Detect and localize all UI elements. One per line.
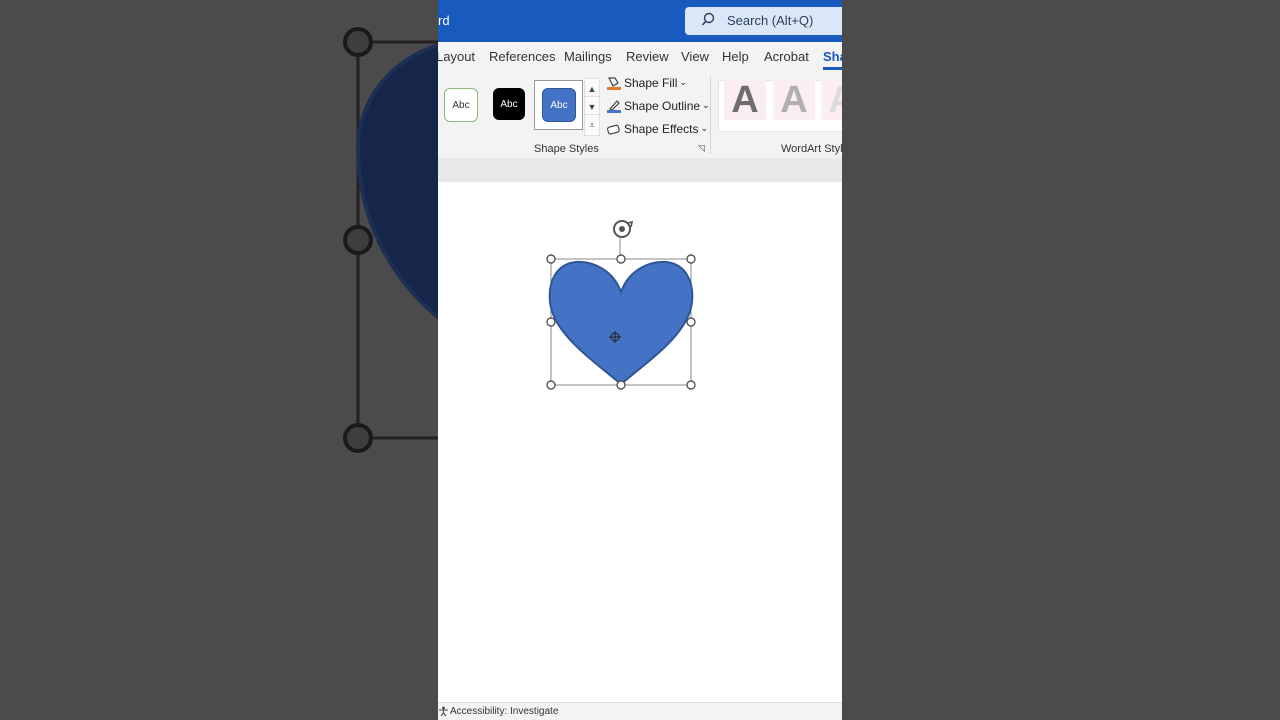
shape-styles-group-label: Shape Styles: [534, 143, 599, 155]
shape-outline-button[interactable]: Shape Outline ⌄: [606, 98, 710, 118]
tab-references[interactable]: References: [489, 49, 555, 64]
word-window: rd Search (Alt+Q) Layout References Mail…: [438, 0, 842, 720]
dialog-launcher-icon[interactable]: ◹: [698, 143, 705, 154]
tab-acrobat[interactable]: Acrobat: [764, 49, 809, 64]
wordart-styles-group-label: WordArt Styles: [781, 143, 842, 155]
shape-style-swatch-black[interactable]: Abc: [493, 88, 525, 120]
search-icon: [701, 12, 715, 31]
chevron-down-icon: ⌄: [702, 100, 710, 111]
document-page[interactable]: [438, 182, 842, 702]
title-bar: rd Search (Alt+Q): [438, 0, 842, 42]
wordart-style-2[interactable]: A: [773, 80, 815, 120]
zoomed-heart-backdrop: [343, 27, 438, 453]
ruler: [438, 158, 842, 182]
pencil-outline-icon: [606, 99, 622, 113]
shape-style-swatch-outline[interactable]: Abc: [444, 88, 478, 122]
tab-shape-format[interactable]: Sha: [823, 49, 842, 70]
document-canvas: [546, 220, 696, 390]
accessibility-status[interactable]: Accessibility: Investigate: [450, 706, 558, 717]
backdrop-right: [842, 0, 1280, 720]
status-bar: Accessibility: Investigate: [438, 702, 842, 720]
tab-mailings[interactable]: Mailings: [564, 49, 612, 64]
heart-shape[interactable]: [548, 260, 694, 386]
accessibility-icon[interactable]: [438, 706, 449, 720]
tab-layout[interactable]: Layout: [438, 49, 475, 64]
shape-fill-button[interactable]: Shape Fill ⌄: [606, 75, 687, 95]
zoomed-backdrop-left: [0, 0, 438, 720]
window-title: rd: [438, 13, 450, 28]
tab-help[interactable]: Help: [722, 49, 749, 64]
shape-effects-icon: [606, 122, 622, 136]
chevron-down-icon: ⌄: [679, 77, 687, 88]
rotate-handle-icon[interactable]: [613, 220, 634, 238]
ribbon-tabs: Layout References Mailings Review View H…: [438, 42, 842, 72]
tab-review[interactable]: Review: [626, 49, 669, 64]
group-separator: [710, 76, 711, 154]
shape-effects-button[interactable]: Shape Effects ⌄: [606, 121, 708, 141]
ribbon: Abc Abc Abc ▲ ▼ ⩡ Shape Fill ⌄ Shape Outl…: [438, 72, 842, 159]
styles-more-button[interactable]: ⩡: [584, 114, 600, 136]
paint-bucket-icon: [606, 76, 622, 90]
chevron-down-icon: ⌄: [700, 123, 709, 134]
shape-style-swatch-blue[interactable]: Abc: [542, 88, 576, 122]
wordart-style-1[interactable]: A: [724, 80, 766, 120]
search-box[interactable]: Search (Alt+Q): [685, 7, 842, 35]
tab-view[interactable]: View: [681, 49, 709, 64]
wordart-style-3[interactable]: A: [821, 80, 842, 120]
search-label: Search (Alt+Q): [727, 13, 814, 28]
